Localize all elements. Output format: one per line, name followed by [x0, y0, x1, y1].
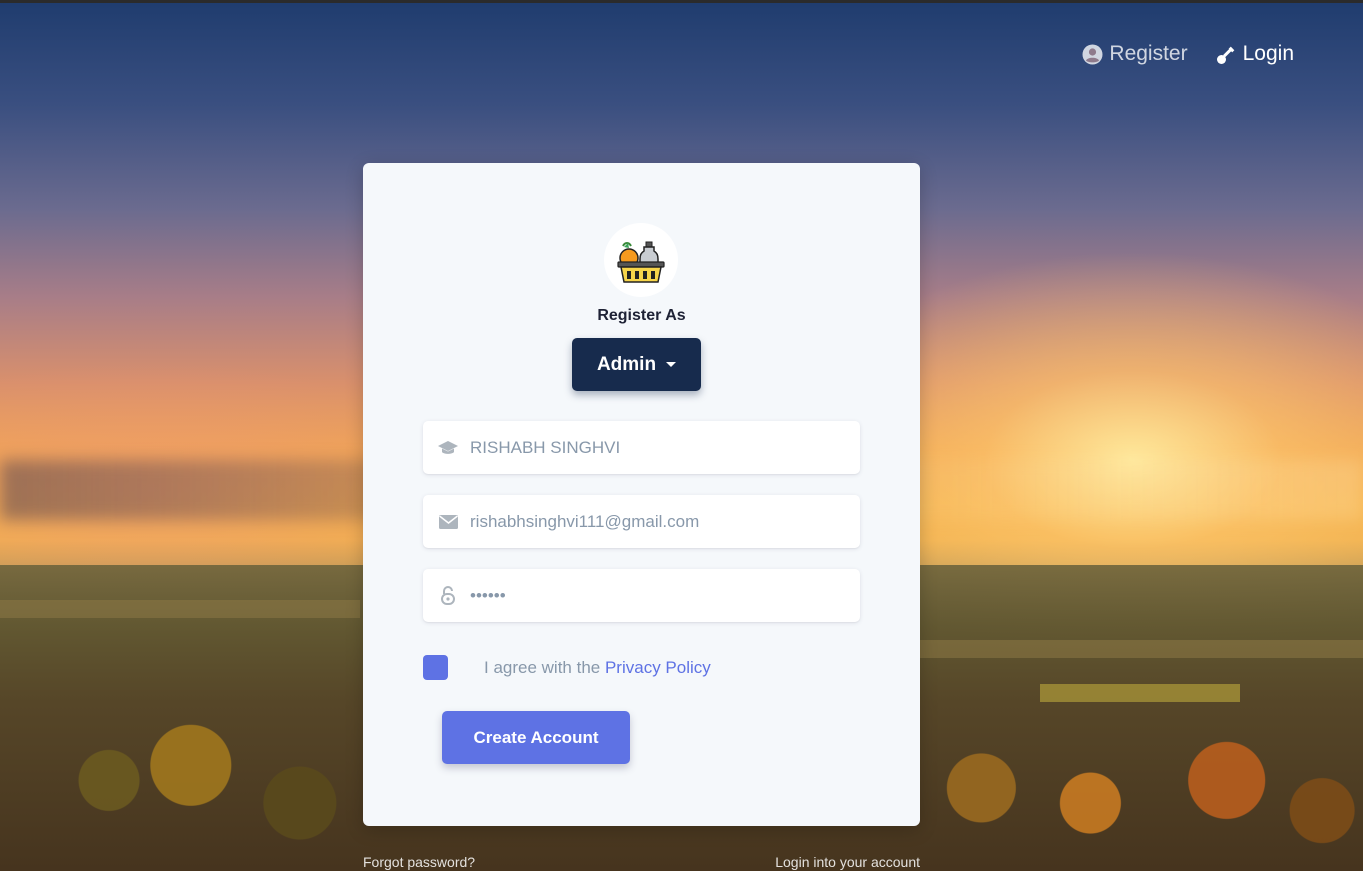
nav-login-link[interactable]: Login	[1216, 42, 1294, 66]
register-card: Register As Admin RISHABH SINGHVI rishab…	[363, 163, 920, 826]
grocery-basket-icon	[604, 223, 678, 297]
top-navigation: Register Login	[1082, 42, 1294, 66]
email-field	[423, 495, 860, 548]
chevron-down-icon	[666, 362, 677, 367]
agree-checkbox[interactable]	[423, 655, 448, 680]
name-input[interactable]	[470, 437, 850, 458]
envelope-icon	[438, 512, 458, 532]
role-selected-label: Admin	[596, 353, 657, 375]
field-stripe	[1040, 684, 1240, 702]
agree-text: I agree with the Privacy Policy	[484, 658, 711, 678]
key-icon	[1216, 44, 1237, 65]
nav-register-link[interactable]: Register	[1082, 42, 1188, 66]
password-input[interactable]	[470, 585, 850, 606]
graduation-cap-icon	[438, 438, 458, 458]
field-stripe	[0, 600, 360, 618]
register-as-heading: Register As	[597, 307, 686, 324]
login-into-account-link[interactable]: Login into your account	[775, 854, 920, 870]
user-circle-icon	[1082, 44, 1103, 65]
forgot-password-link[interactable]: Forgot password?	[363, 854, 475, 870]
top-border	[0, 0, 1363, 3]
agree-prefix: I agree with the	[484, 657, 605, 677]
password-field	[423, 569, 860, 622]
nav-login-label: Login	[1242, 42, 1294, 65]
email-input[interactable]	[470, 511, 850, 532]
create-account-button[interactable]: Create Account	[442, 711, 630, 764]
privacy-agreement: I agree with the Privacy Policy	[423, 655, 711, 680]
privacy-policy-link[interactable]: Privacy Policy	[605, 658, 711, 677]
role-dropdown-button[interactable]: Admin	[572, 338, 701, 391]
field-stripe	[920, 640, 1363, 658]
nav-register-label: Register	[1109, 42, 1188, 65]
name-field	[423, 421, 860, 474]
lock-open-icon	[438, 586, 458, 606]
